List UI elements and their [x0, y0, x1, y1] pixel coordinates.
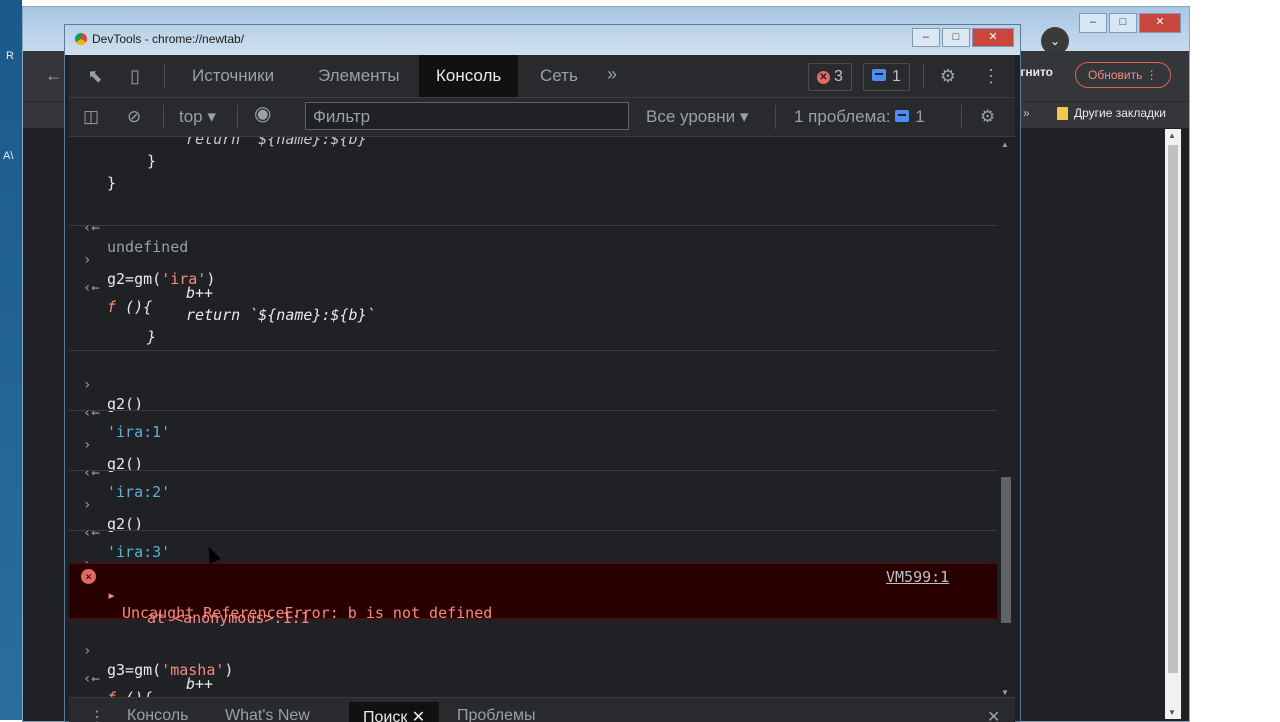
console-output[interactable]: return `${name}:${b}` } } ‹← undefined ›…	[69, 137, 997, 697]
context-label: top	[179, 107, 203, 126]
devtools-window-controls: – □ ✕	[912, 28, 1014, 47]
console-scrollbar[interactable]: ▲ ▼	[997, 137, 1015, 697]
toolbar-divider	[923, 64, 924, 88]
update-button[interactable]: Обновить ⋮	[1075, 62, 1171, 88]
code-text: }	[107, 174, 117, 192]
log-levels-dropdown[interactable]: Все уровни ▾	[646, 106, 748, 128]
more-tabs-icon[interactable]: »	[607, 64, 617, 85]
issues-counter[interactable]: 1	[863, 63, 910, 91]
row-divider	[69, 225, 997, 226]
tab-sources[interactable]: Источники	[192, 55, 274, 97]
chrome-window-controls: – □ ✕	[1079, 13, 1181, 33]
scroll-down-icon[interactable]: ▼	[1168, 708, 1176, 717]
error-count: 3	[834, 68, 843, 85]
row-divider	[69, 470, 997, 471]
context-selector[interactable]: top ▾	[179, 106, 216, 128]
toolbar-divider	[164, 64, 165, 88]
devtools-window: DevTools - chrome://newtab/ – □ ✕ ⬉ ▯ Ис…	[64, 24, 1021, 722]
code-token: (){	[116, 298, 153, 316]
issues-count: 1	[915, 107, 925, 126]
maximize-icon[interactable]: □	[1109, 13, 1137, 33]
function-keyword: f	[107, 689, 116, 697]
devtools-title: DevTools - chrome://newtab/	[75, 32, 244, 46]
function-preview[interactable]: f (){	[107, 689, 152, 697]
code-text: b++	[186, 675, 214, 693]
tab-elements[interactable]: Элементы	[318, 55, 400, 97]
window-title-text: DevTools - chrome://newtab/	[92, 32, 245, 46]
result-arrow-icon: ‹←	[83, 671, 100, 687]
desktop-icon-label: A\	[3, 150, 14, 162]
drawer-tabbar: ⋮ Консоль What's New Поиск ✕ Проблемы ✕	[69, 697, 1015, 722]
message-icon	[895, 110, 910, 122]
code-token: (){	[116, 689, 152, 697]
sidebar-toggle-icon[interactable]: ◫	[83, 106, 99, 128]
row-divider	[69, 410, 997, 411]
other-bookmarks[interactable]: Другие закладки	[1057, 106, 1166, 121]
back-icon[interactable]: ←	[45, 65, 63, 86]
drawer-tab-label: Поиск	[363, 709, 408, 722]
clear-console-icon[interactable]: ⊘	[127, 106, 141, 128]
issues-button[interactable]: 1 проблема: 1	[794, 106, 925, 128]
more-options-icon[interactable]: ⋮	[980, 65, 1002, 87]
filter-input[interactable]: Фильтр	[305, 102, 629, 130]
message-icon	[872, 69, 886, 81]
message-count: 1	[892, 68, 901, 85]
issues-label: 1 проблема:	[794, 107, 891, 126]
function-preview[interactable]: f (){	[107, 298, 152, 316]
devtools-tabbar: ⬉ ▯ Источники Элементы Консоль Сеть » ✕ 3…	[69, 55, 1015, 98]
scrollbar-thumb[interactable]	[1001, 477, 1011, 623]
close-icon[interactable]: ✕	[972, 28, 1014, 47]
maximize-icon[interactable]: □	[942, 28, 970, 47]
error-source-link[interactable]: VM599:1	[886, 568, 949, 586]
error-icon: ✕	[817, 71, 830, 84]
error-counter[interactable]: ✕ 3	[808, 63, 852, 91]
error-message: ✕ ▸ Uncaught ReferenceError: b is not de…	[69, 563, 997, 627]
inspect-element-icon[interactable]: ⬉	[84, 65, 106, 87]
toolbar-divider	[961, 105, 962, 129]
scroll-up-icon[interactable]: ▲	[1001, 140, 1009, 149]
desktop-background: R A\	[0, 0, 22, 720]
folder-icon	[1057, 107, 1068, 121]
chrome-scrollbar[interactable]: ▲ ▼	[1165, 129, 1181, 719]
devtools-titlebar: DevTools - chrome://newtab/ – □ ✕	[65, 25, 1020, 55]
scroll-down-icon[interactable]: ▼	[1001, 688, 1009, 697]
drawer-tab-search[interactable]: Поиск ✕	[349, 702, 440, 722]
toolbar-divider	[775, 105, 776, 129]
console-settings-gear-icon[interactable]: ⚙	[980, 106, 995, 128]
minimize-icon[interactable]: –	[1079, 13, 1107, 33]
result-arrow-icon: ‹←	[83, 280, 100, 296]
chrome-icon	[75, 33, 87, 45]
device-toolbar-icon[interactable]: ▯	[124, 65, 146, 87]
console-toolbar: ◫ ⊘ top ▾ ◉ Фильтр Все уровни ▾ 1 пробле…	[69, 98, 1015, 137]
code-text: }	[147, 152, 157, 170]
close-icon[interactable]: ✕	[412, 709, 425, 722]
tab-network[interactable]: Сеть	[540, 55, 578, 97]
update-button-label: Обновить	[1088, 68, 1143, 82]
row-divider	[69, 530, 997, 531]
close-icon[interactable]: ✕	[1139, 13, 1181, 33]
toolbar-divider	[237, 105, 238, 129]
code-text: return `${name}:${b}`	[186, 137, 376, 148]
scroll-up-icon[interactable]: ▲	[1168, 131, 1176, 140]
live-expression-eye-icon[interactable]: ◉	[254, 103, 271, 125]
settings-gear-icon[interactable]: ⚙	[937, 65, 959, 87]
log-levels-label: Все уровни	[646, 107, 736, 126]
code-text: return `${name}:${b}`	[186, 306, 376, 324]
toolbar-divider	[163, 105, 164, 129]
row-divider	[69, 350, 997, 351]
minimize-icon[interactable]: –	[912, 28, 940, 47]
code-text: }	[147, 328, 157, 346]
other-bookmarks-label: Другие закладки	[1074, 106, 1166, 120]
desktop-icon-label: R	[6, 50, 14, 62]
tab-console[interactable]: Консоль	[419, 55, 519, 97]
bookmarks-more-button[interactable]: »	[1023, 106, 1030, 120]
scrollbar-thumb[interactable]	[1168, 145, 1178, 673]
code-text: b++	[186, 284, 214, 302]
function-keyword: f	[107, 298, 117, 316]
